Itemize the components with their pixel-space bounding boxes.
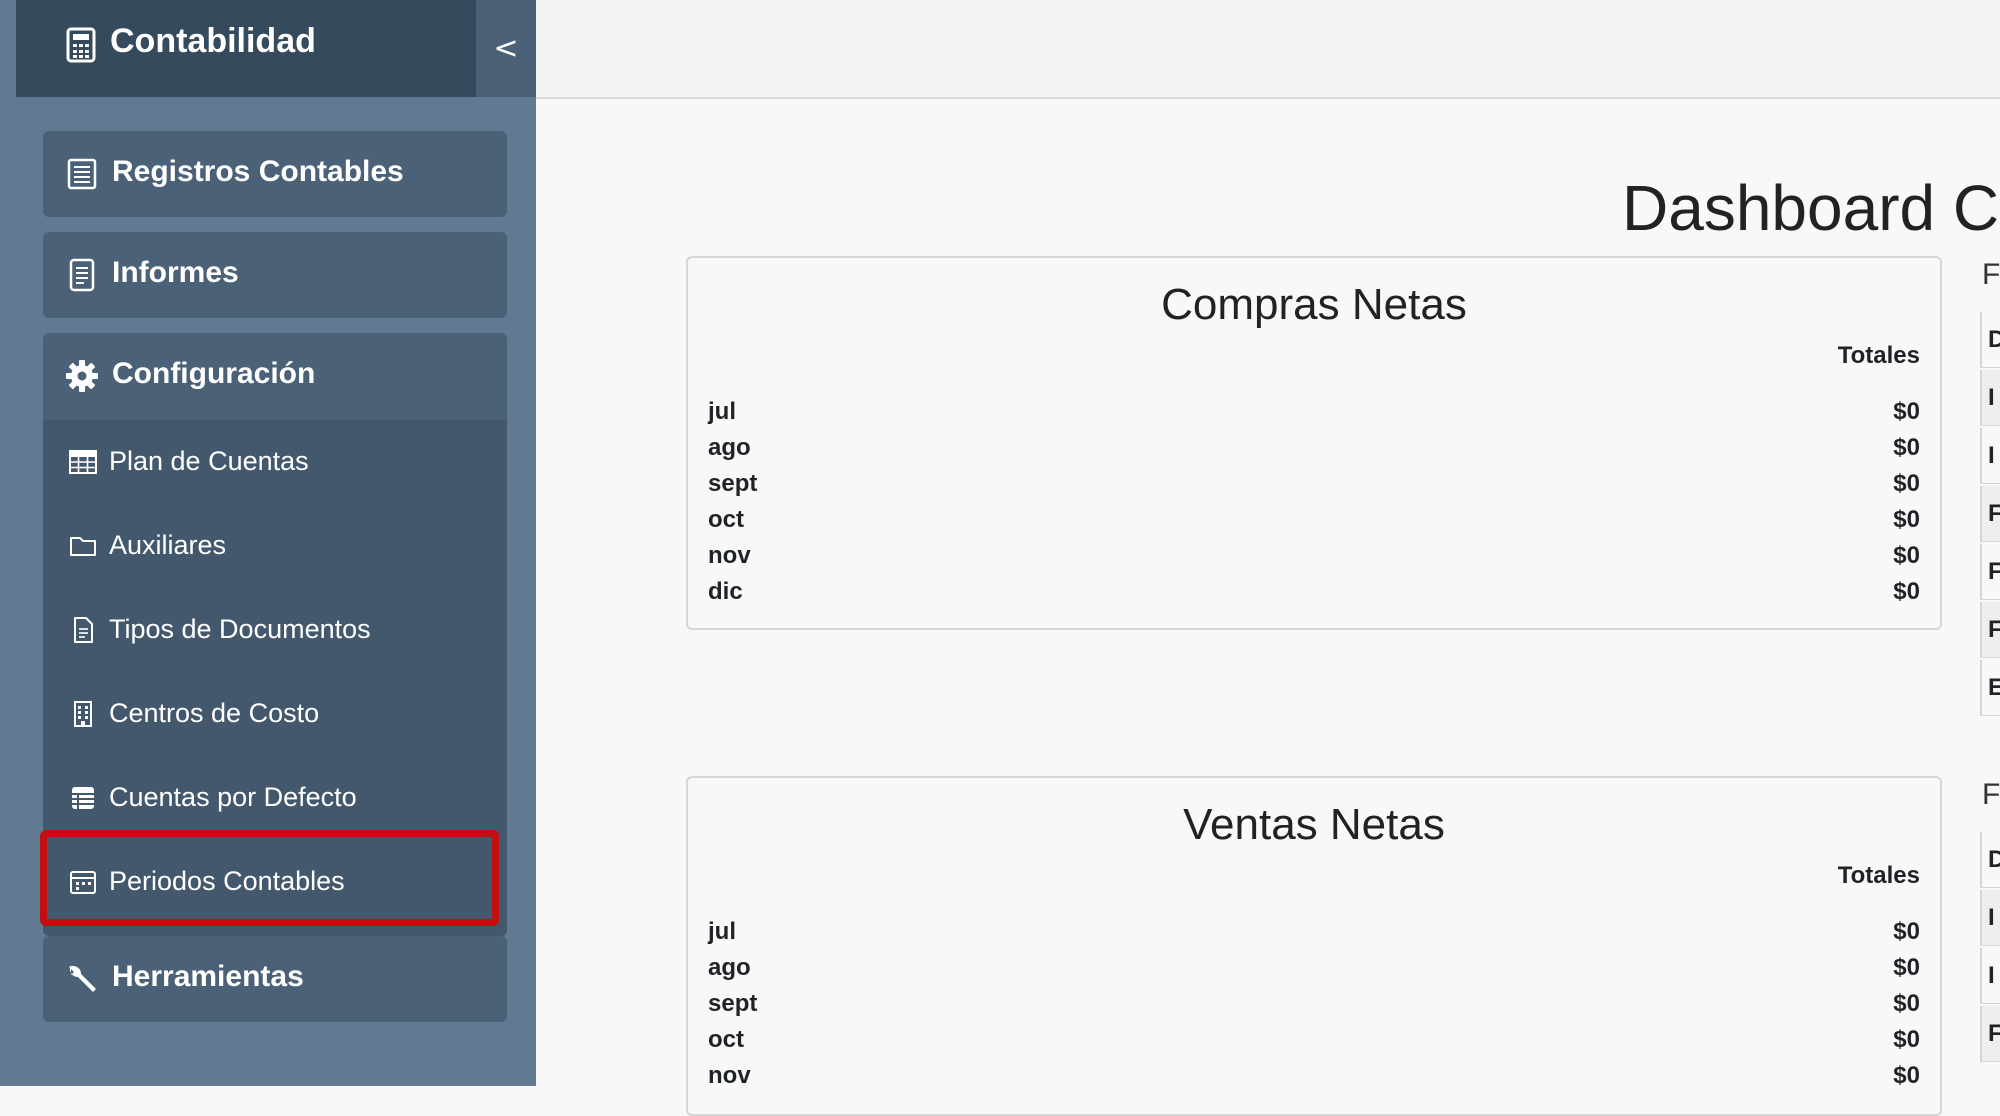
submenu-item-plan-de-cuentas[interactable]: Plan de Cuentas xyxy=(43,420,507,504)
submenu-item-tipos-de-documentos[interactable]: Tipos de Documentos xyxy=(43,588,507,672)
top-bar xyxy=(536,0,2000,99)
calculator-icon xyxy=(66,27,96,63)
list-icon xyxy=(72,787,94,809)
table-row: jul $0 xyxy=(708,918,1920,954)
submenu-item-auxiliares[interactable]: Auxiliares xyxy=(43,504,507,588)
right-panel-heading: F xyxy=(1982,778,2000,811)
month-label: sept xyxy=(708,990,758,1017)
month-label: dic xyxy=(708,578,743,605)
menu-label: Configuración xyxy=(112,357,316,390)
table-row: sept $0 xyxy=(708,470,1920,506)
page-title: Dashboard Co xyxy=(1622,171,2000,244)
table-row: dic $0 xyxy=(708,578,1920,614)
month-label: sept xyxy=(708,470,758,497)
table-cell: D xyxy=(1980,312,2000,368)
month-label: ago xyxy=(708,954,751,981)
submenu-label: Auxiliares xyxy=(109,530,227,560)
table-cell: D xyxy=(1980,832,2000,888)
table-row: jul $0 xyxy=(708,398,1920,434)
menu-label: Registros Contables xyxy=(112,155,404,188)
ventas-netas-card: Ventas Netas Totales jul $0 ago $0 sept $0 … xyxy=(686,776,1942,1116)
table-row: nov $0 xyxy=(708,542,1920,578)
table-row: sept $0 xyxy=(708,990,1920,1026)
brand-header[interactable]: Contabilidad xyxy=(16,0,476,97)
submenu-label: Centros de Costo xyxy=(109,698,320,728)
total-value: $0 xyxy=(1893,1026,1920,1053)
table-cell: I xyxy=(1980,890,2000,946)
table-cell: F xyxy=(1980,544,2000,600)
table-cell: F xyxy=(1980,602,2000,658)
total-value: $0 xyxy=(1893,990,1920,1017)
submenu-item-cuentas-por-defecto[interactable]: Cuentas por Defecto xyxy=(43,756,507,840)
highlight-box xyxy=(40,830,499,926)
total-value: $0 xyxy=(1893,918,1920,945)
table-cell: F xyxy=(1980,1006,2000,1062)
month-label: oct xyxy=(708,506,744,533)
right-panel-heading: F xyxy=(1982,258,2000,291)
table-row: oct $0 xyxy=(708,1026,1920,1062)
table-cell: I xyxy=(1980,948,2000,1004)
total-value: $0 xyxy=(1893,434,1920,461)
menu-label: Herramientas xyxy=(112,960,304,993)
wrench-icon xyxy=(69,965,96,992)
menu-item-registros-contables[interactable]: Registros Contables xyxy=(43,131,507,217)
table-cell: F xyxy=(1980,486,2000,542)
building-icon xyxy=(74,701,92,727)
total-value: $0 xyxy=(1893,954,1920,981)
file-icon xyxy=(74,617,93,643)
table-row: ago $0 xyxy=(708,954,1920,990)
table-row: oct $0 xyxy=(708,506,1920,542)
month-label: jul xyxy=(708,398,736,425)
compras-netas-card: Compras Netas Totales jul $0 ago $0 sept $0… xyxy=(686,256,1942,630)
total-value: $0 xyxy=(1893,578,1920,605)
gear-icon xyxy=(66,360,98,392)
month-label: ago xyxy=(708,434,751,461)
menu-label: Informes xyxy=(112,256,239,289)
submenu-label: Tipos de Documentos xyxy=(109,614,371,644)
table-row: nov $0 xyxy=(708,1062,1920,1098)
total-value: $0 xyxy=(1893,506,1920,533)
total-value: $0 xyxy=(1893,470,1920,497)
menu-item-herramientas[interactable]: Herramientas xyxy=(43,936,507,1022)
month-label: oct xyxy=(708,1026,744,1053)
submenu-item-centros-de-costo[interactable]: Centros de Costo xyxy=(43,672,507,756)
total-value: $0 xyxy=(1893,398,1920,425)
column-header-totales: Totales xyxy=(1837,342,1920,369)
ledger-icon xyxy=(67,158,97,190)
table-cell: I xyxy=(1980,370,2000,426)
card-title: Ventas Netas xyxy=(1183,800,1445,849)
document-icon xyxy=(69,258,95,292)
month-label: jul xyxy=(708,918,736,945)
total-value: $0 xyxy=(1893,542,1920,569)
menu-item-configuracion[interactable]: Configuración xyxy=(43,333,507,420)
table-cell: I xyxy=(1980,428,2000,484)
submenu-label: Plan de Cuentas xyxy=(109,446,309,476)
sidebar: Contabilidad < Registros Contables Infor… xyxy=(0,0,536,1086)
table-icon xyxy=(69,450,97,474)
collapse-sidebar-button[interactable]: < xyxy=(476,0,536,97)
app-title: Contabilidad xyxy=(110,22,316,60)
column-header-totales: Totales xyxy=(1837,862,1920,889)
folder-icon xyxy=(70,537,96,556)
month-label: nov xyxy=(708,542,751,569)
card-title: Compras Netas xyxy=(1161,280,1467,329)
menu-item-informes[interactable]: Informes xyxy=(43,232,507,318)
table-cell: E xyxy=(1980,660,2000,716)
table-row: ago $0 xyxy=(708,434,1920,470)
submenu-label: Cuentas por Defecto xyxy=(109,782,357,812)
